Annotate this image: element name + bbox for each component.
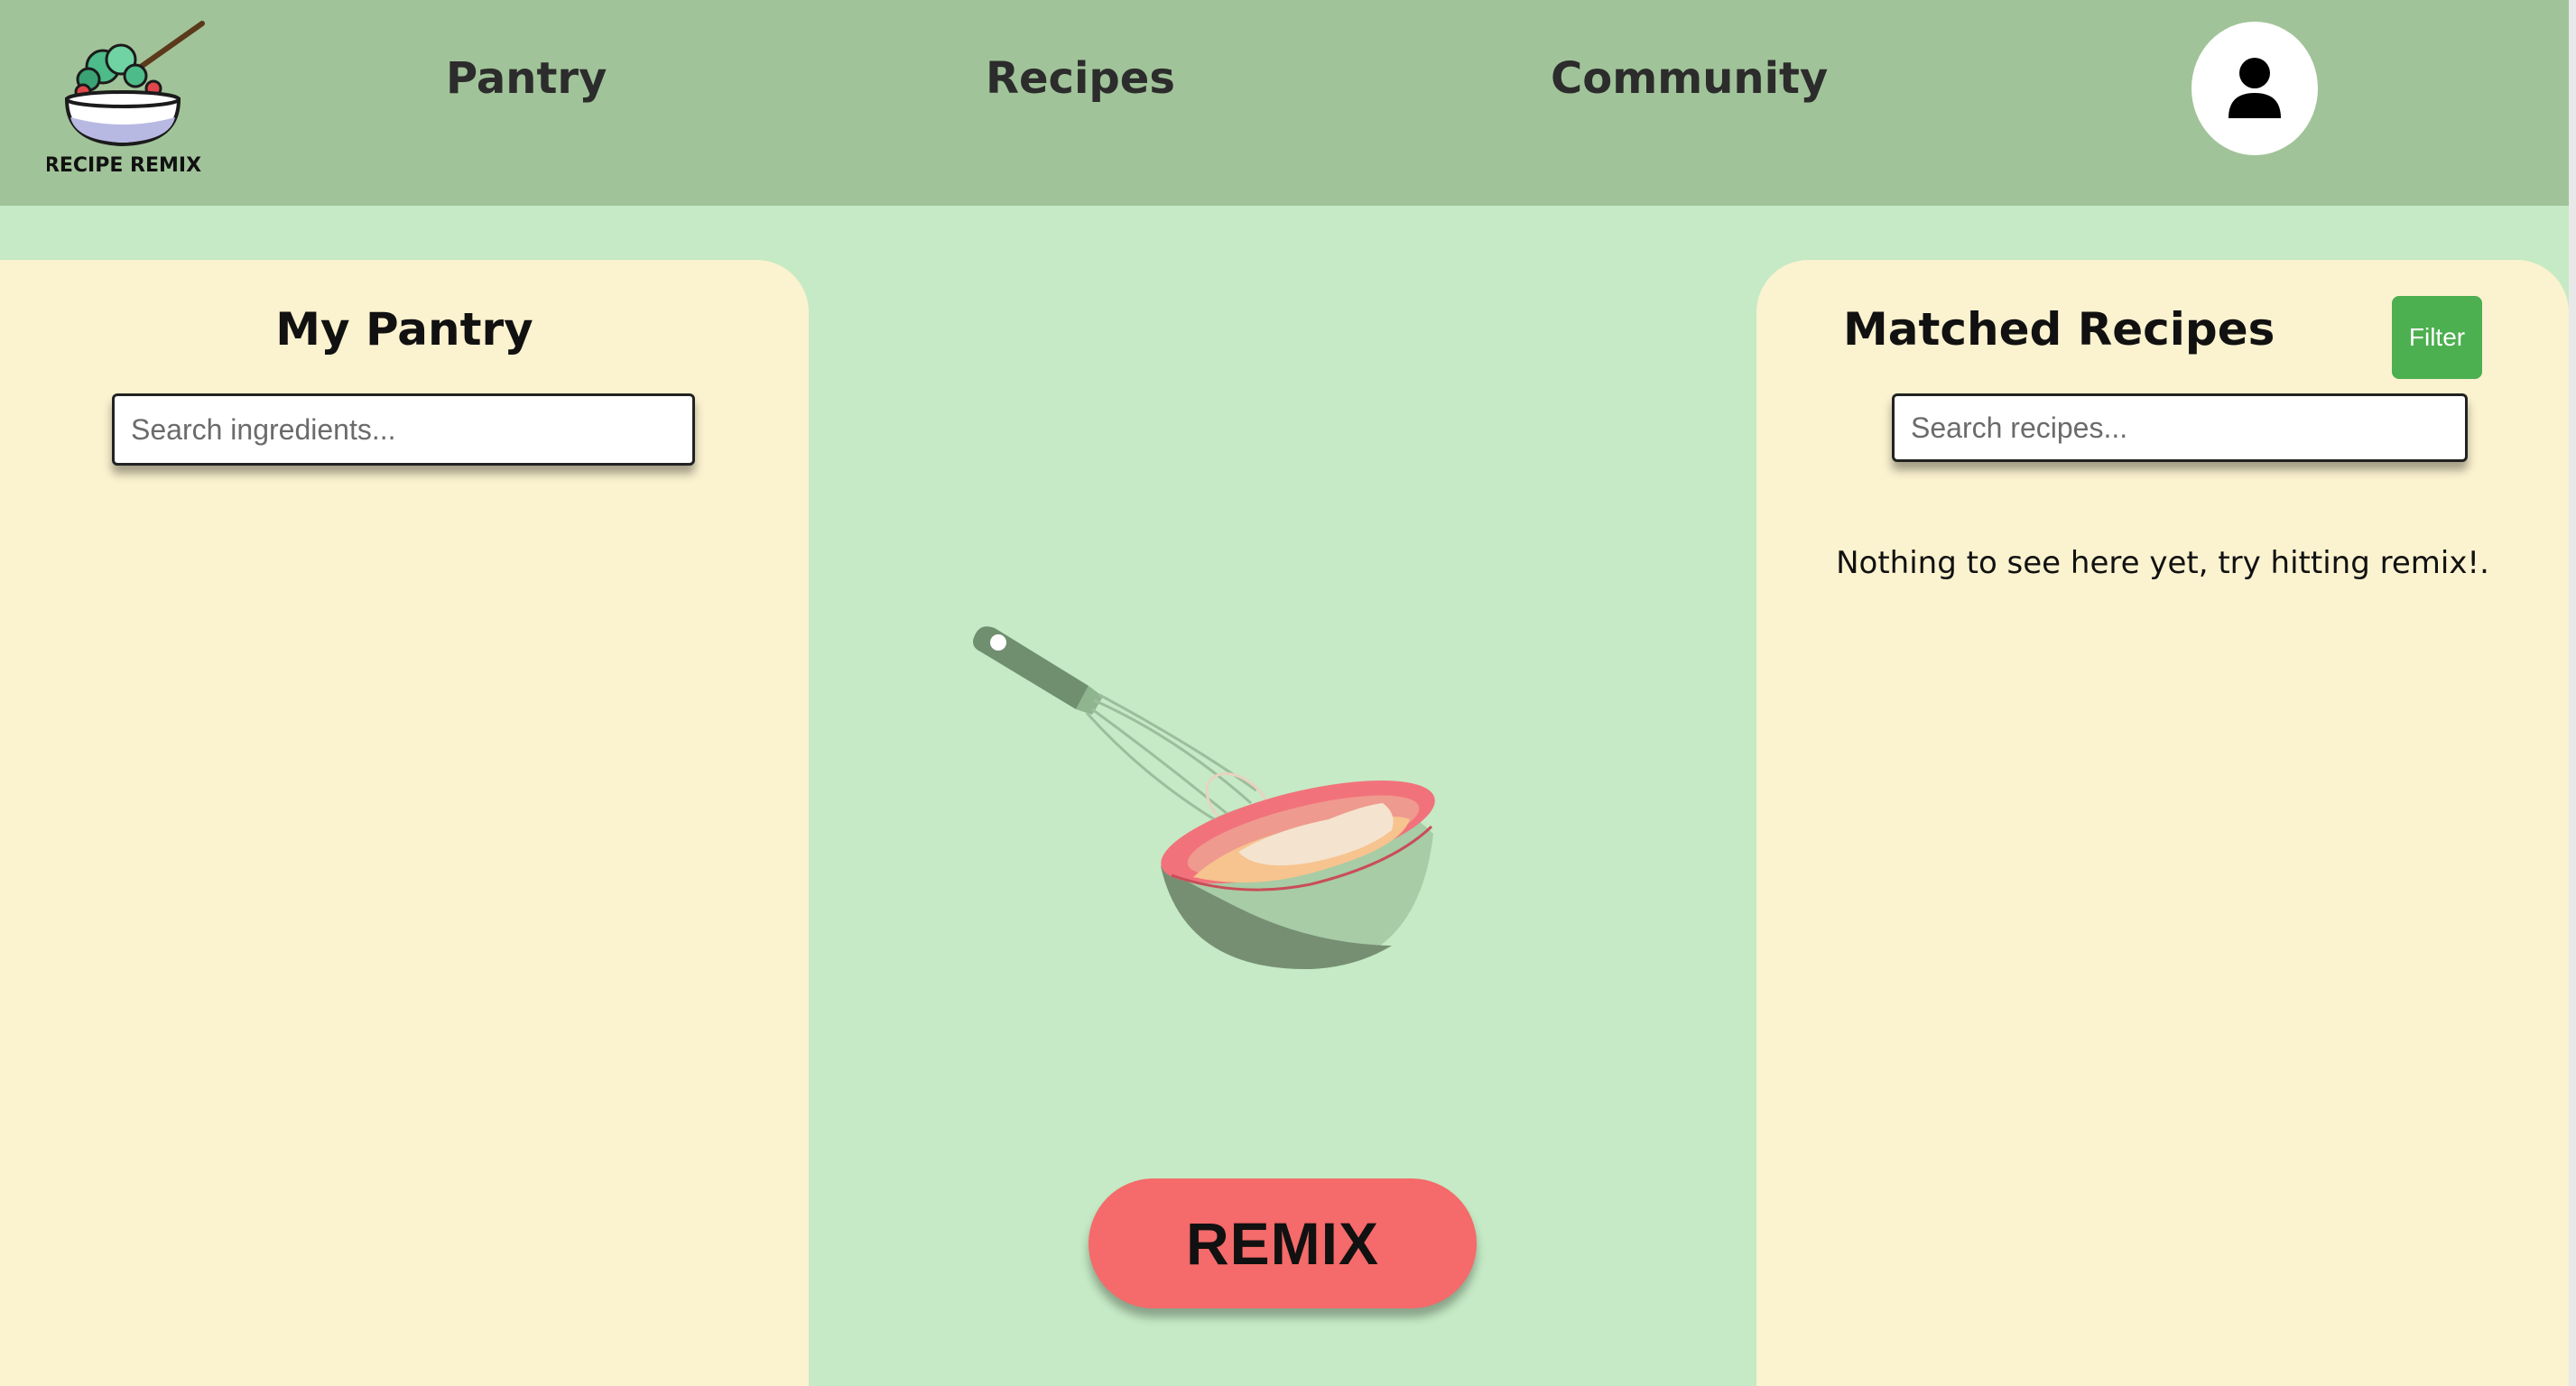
nav-pantry-link[interactable]: Pantry [446, 47, 607, 110]
search-ingredients-input[interactable] [112, 393, 695, 466]
recipe-remix-logo[interactable]: RECIPE REMIX [47, 16, 209, 179]
remix-button[interactable]: REMIX [1089, 1178, 1477, 1308]
nav-recipes-link[interactable]: Recipes [986, 47, 1175, 110]
user-icon [2229, 58, 2281, 118]
logo-text: RECIPE REMIX [47, 154, 201, 177]
mixing-bowl-whisk-illustration [968, 610, 1509, 989]
search-recipes-input[interactable] [1892, 393, 2468, 462]
nav-community-link[interactable]: Community [1551, 47, 1828, 110]
top-navigation-bar: RECIPE REMIX Pantry Recipes Community [0, 0, 2576, 206]
profile-button[interactable] [2191, 22, 2318, 155]
salad-bowl-logo-icon: RECIPE REMIX [47, 21, 205, 177]
my-pantry-panel: My Pantry [0, 260, 809, 1386]
mixing-bowl-icon [973, 626, 1435, 970]
matched-recipes-title: Matched Recipes [1843, 303, 2275, 356]
my-pantry-title: My Pantry [275, 303, 533, 356]
empty-recipes-message: Nothing to see here yet, try hitting rem… [1836, 545, 2489, 581]
filter-button[interactable]: Filter [2392, 296, 2482, 379]
page-scrollbar[interactable] [2569, 0, 2576, 1386]
matched-recipes-panel: Matched Recipes Filter Nothing to see he… [1756, 260, 2569, 1386]
